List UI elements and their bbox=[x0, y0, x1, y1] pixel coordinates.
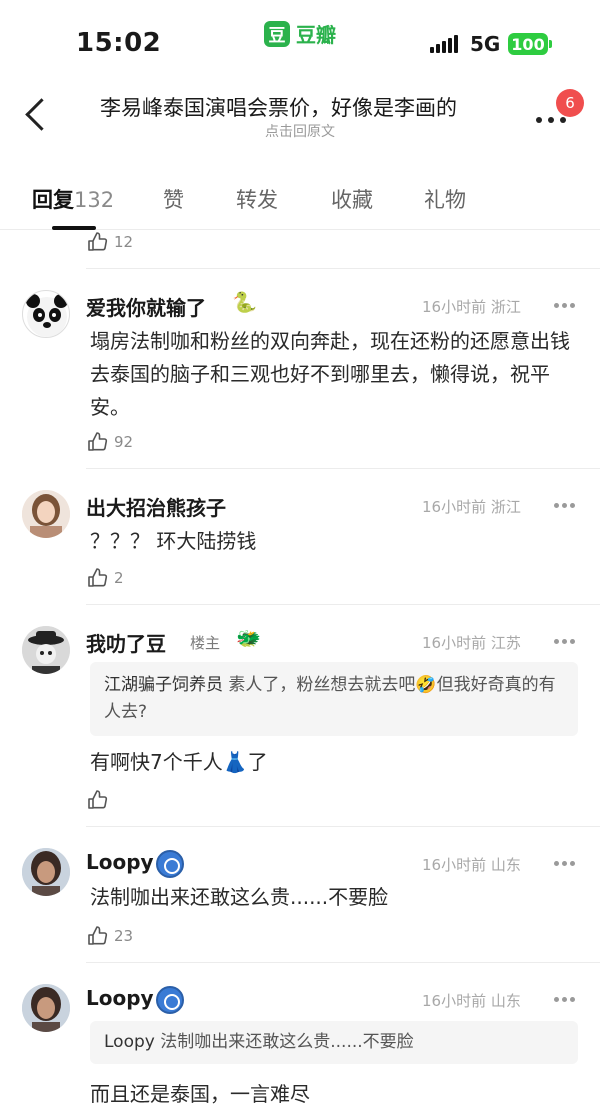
comment-location: 山东 bbox=[490, 856, 521, 874]
tab-replies-label: 回复 bbox=[32, 188, 74, 212]
quoted-text: 法制咖出来还敢这么贵......不要脸 bbox=[160, 1032, 414, 1052]
like-button[interactable]: 92 bbox=[86, 430, 133, 454]
comment-location: 浙江 bbox=[490, 298, 521, 316]
avatar[interactable] bbox=[22, 290, 70, 338]
notification-badge: 6 bbox=[556, 89, 584, 117]
like-count: 23 bbox=[114, 927, 134, 945]
tab-gifts[interactable]: 礼物 bbox=[424, 184, 466, 214]
tab-replies[interactable]: 回复132 bbox=[32, 184, 114, 214]
comment-time: 16小时前 bbox=[422, 992, 487, 1010]
quoted-username: 江湖骗子饲养员 bbox=[104, 675, 223, 695]
divider bbox=[86, 826, 600, 827]
comment-meta: 16小时前 江苏 bbox=[422, 632, 521, 653]
thumbs-up-icon bbox=[88, 232, 108, 251]
comment-text: 而且还是泰国，一言难尽 bbox=[90, 1082, 310, 1104]
tab-favorites[interactable]: 收藏 bbox=[331, 184, 373, 214]
battery-icon: 100 bbox=[508, 33, 552, 55]
like-count: 2 bbox=[114, 569, 124, 587]
comment-time: 16小时前 bbox=[422, 856, 487, 874]
comment-location: 浙江 bbox=[490, 498, 521, 516]
page-title[interactable]: 李易峰泰国演唱会票价，好像是李画的 bbox=[100, 92, 510, 122]
comment-meta: 16小时前 浙江 bbox=[422, 496, 521, 517]
username[interactable]: Loopy bbox=[86, 850, 154, 874]
comment-time: 16小时前 bbox=[422, 498, 487, 516]
quoted-reply[interactable]: Loopy 法制咖出来还敢这么贵......不要脸 bbox=[90, 1021, 578, 1064]
thumbs-up-icon bbox=[88, 790, 108, 809]
user-avatar-icon bbox=[22, 848, 70, 896]
user-avatar-icon bbox=[22, 490, 70, 538]
divider bbox=[86, 604, 600, 605]
comment-more-button[interactable] bbox=[554, 638, 576, 646]
like-button[interactable]: 12 bbox=[86, 230, 133, 254]
back-to-original-link[interactable]: 点击回原文 bbox=[0, 121, 600, 141]
signal-icon bbox=[430, 35, 458, 53]
divider bbox=[86, 962, 600, 963]
op-tag: 楼主 bbox=[190, 634, 221, 652]
tab-likes[interactable]: 赞 bbox=[163, 184, 184, 214]
comment-location: 山东 bbox=[490, 992, 521, 1010]
thumbs-up-icon bbox=[88, 568, 108, 587]
tab-reposts[interactable]: 转发 bbox=[236, 184, 278, 214]
comment-text: ？？？ 环大陆捞钱 bbox=[90, 529, 257, 553]
thumbs-up-icon bbox=[88, 926, 108, 945]
like-count: 92 bbox=[114, 433, 134, 451]
like-button[interactable]: 2 bbox=[86, 566, 124, 590]
comment-more-button[interactable] bbox=[554, 860, 576, 868]
username[interactable]: 出大招治熊孩子 bbox=[86, 492, 226, 521]
username[interactable]: 我叻了豆 bbox=[86, 628, 166, 657]
divider bbox=[86, 268, 600, 269]
divider bbox=[86, 468, 600, 469]
verified-badge-icon bbox=[156, 850, 184, 878]
user-avatar-icon bbox=[22, 626, 70, 674]
app-logo: 豆 豆瓣 bbox=[264, 19, 336, 48]
app-name: 豆瓣 bbox=[296, 23, 336, 47]
like-button[interactable]: 23 bbox=[86, 924, 133, 948]
tab-replies-count: 132 bbox=[74, 188, 115, 212]
comment-more-button[interactable] bbox=[554, 302, 576, 310]
dragon-badge-icon: 🐲 bbox=[236, 626, 261, 650]
tab-bar: 回复132 赞 转发 收藏 礼物 bbox=[0, 178, 600, 230]
avatar[interactable] bbox=[22, 848, 70, 896]
comment-meta: 16小时前 山东 bbox=[422, 854, 521, 875]
thumbs-up-icon bbox=[88, 432, 108, 451]
douban-logo-icon: 豆 bbox=[264, 20, 290, 47]
avatar[interactable] bbox=[22, 984, 70, 1032]
like-count: 12 bbox=[114, 233, 134, 251]
comment-more-button[interactable] bbox=[554, 502, 576, 510]
username[interactable]: 爱我你就输了 bbox=[86, 292, 206, 321]
comment-text: 法制咖出来还敢这么贵......不要脸 bbox=[90, 885, 389, 909]
quoted-reply[interactable]: 江湖骗子饲养员 素人了，粉丝想去就去吧🤣但我好奇真的有人去? bbox=[90, 662, 578, 736]
verified-badge-icon bbox=[156, 986, 184, 1014]
comment-more-button[interactable] bbox=[554, 996, 576, 1004]
snake-badge-icon: 🐍 bbox=[232, 290, 257, 314]
comment-time: 16小时前 bbox=[422, 298, 487, 316]
comment-meta: 16小时前 山东 bbox=[422, 990, 521, 1011]
network-type: 5G bbox=[470, 32, 501, 56]
quoted-username: Loopy bbox=[104, 1032, 155, 1052]
comment-meta: 16小时前 浙江 bbox=[422, 296, 521, 317]
avatar[interactable] bbox=[22, 626, 70, 674]
comment-time: 16小时前 bbox=[422, 634, 487, 652]
status-time: 15:02 bbox=[76, 28, 162, 58]
comment-text: 塌房法制咖和粉丝的双向奔赴，现在还粉的还愿意出钱去泰国的脑子和三观也好不到哪里去… bbox=[90, 329, 570, 419]
avatar[interactable] bbox=[22, 490, 70, 538]
username[interactable]: Loopy bbox=[86, 986, 154, 1010]
like-button[interactable] bbox=[86, 788, 114, 812]
status-bar: 15:02 豆 豆瓣 5G 100 bbox=[0, 0, 600, 78]
comment-location: 江苏 bbox=[490, 634, 521, 652]
user-avatar-icon bbox=[22, 984, 70, 1032]
panda-avatar-icon bbox=[26, 294, 68, 337]
comment-text: 有啊快7个千人👗了 bbox=[90, 750, 268, 774]
